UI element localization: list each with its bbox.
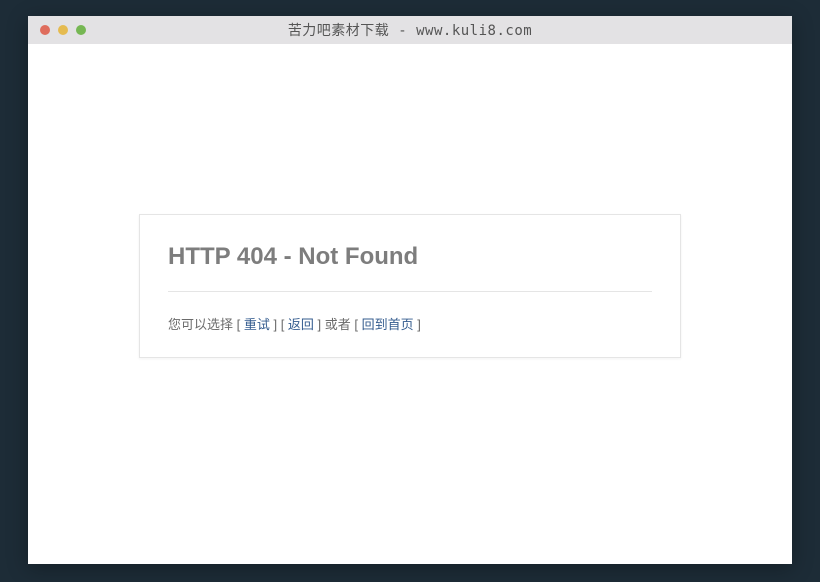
close-icon[interactable] [40,25,50,35]
retry-link[interactable]: 重试 [244,317,270,332]
text-sep2: ] 或者 [ [314,317,362,332]
window-title: 苦力吧素材下载 - www.kuli8.com [40,20,780,40]
error-actions: 您可以选择 [ 重试 ] [ 返回 ] 或者 [ 回到首页 ] [168,292,652,333]
error-heading: HTTP 404 - Not Found [168,243,652,292]
browser-window: 苦力吧素材下载 - www.kuli8.com HTTP 404 - Not F… [28,16,792,564]
page-content: HTTP 404 - Not Found 您可以选择 [ 重试 ] [ 返回 ]… [28,44,792,358]
home-link[interactable]: 回到首页 [362,317,414,332]
error-box: HTTP 404 - Not Found 您可以选择 [ 重试 ] [ 返回 ]… [139,214,681,358]
text-suffix: ] [414,317,421,332]
text-sep1: ] [ [270,317,288,332]
minimize-icon[interactable] [58,25,68,35]
titlebar: 苦力吧素材下载 - www.kuli8.com [28,16,792,44]
text-prefix: 您可以选择 [ [168,317,244,332]
traffic-lights [40,25,86,35]
maximize-icon[interactable] [76,25,86,35]
back-link[interactable]: 返回 [288,317,314,332]
